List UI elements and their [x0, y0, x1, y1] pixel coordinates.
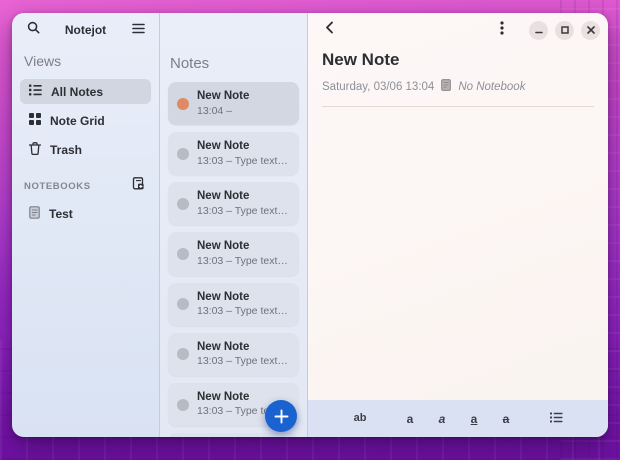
sidebar-headerbar: Notejot: [12, 13, 159, 47]
sidebar: Notejot Views All Notes Note Grid Trash …: [12, 13, 160, 437]
notejot-window: Notejot Views All Notes Note Grid Trash …: [12, 13, 608, 437]
sidebar-item-note-grid[interactable]: Note Grid: [20, 108, 151, 133]
chevron-left-icon: [325, 21, 334, 39]
sidebar-item-label: Note Grid: [50, 113, 105, 128]
close-icon: [586, 21, 595, 39]
minimize-icon: [534, 21, 543, 39]
back-button[interactable]: [318, 19, 340, 41]
note-title: New Note: [197, 290, 250, 303]
normal-text-button[interactable]: ab: [349, 408, 371, 430]
plus-icon: [274, 409, 289, 424]
bullet-list-button[interactable]: [545, 408, 567, 430]
note-list-item[interactable]: New Note 13:03 – Type text here…: [168, 282, 299, 326]
notebook-icon-small: [441, 78, 452, 96]
notes-pane-title: Notes: [170, 55, 210, 72]
note-subtitle: 13:03 – Type text here…: [197, 355, 289, 368]
bold-button[interactable]: a: [399, 408, 421, 430]
note-subtitle: 13:03 – Type text here…: [197, 204, 289, 217]
note-title: New Note: [197, 240, 250, 253]
strikethrough-button[interactable]: a: [495, 408, 517, 430]
notebooks-header-label: NOTEBOOKS: [24, 180, 91, 192]
maximize-icon: [560, 21, 569, 39]
note-color-dot: [177, 197, 189, 210]
add-notebook-button[interactable]: [129, 177, 147, 195]
new-note-button[interactable]: [265, 400, 297, 432]
search-icon: [27, 21, 40, 39]
sidebar-item-all-notes[interactable]: All Notes: [20, 79, 151, 104]
sidebar-item-label: All Notes: [51, 84, 104, 99]
note-color-dot: [177, 348, 189, 361]
note-subtitle: 13:03 – Type text here…: [197, 254, 289, 267]
editor-pane: New Note Saturday, 03/06 13:04 No Notebo…: [308, 13, 608, 437]
sidebar-item-notebook-test[interactable]: Test: [20, 201, 151, 227]
note-list-item[interactable]: New Note 13:03 – Type text here…: [168, 132, 299, 176]
notes-pane: Notes New Note 13:04 – New Note 13:03 – …: [160, 13, 308, 437]
notebooks-section-header: NOTEBOOKS: [12, 165, 159, 199]
note-text-area[interactable]: [308, 107, 608, 400]
note-color-dot: [177, 147, 189, 160]
close-button[interactable]: [581, 20, 600, 40]
note-list-item[interactable]: New Note 13:04 –: [168, 82, 299, 126]
sidebar-item-label: Trash: [50, 143, 83, 157]
note-color-dot: [177, 248, 189, 261]
sidebar-item-label: Test: [49, 207, 73, 221]
minimize-button[interactable]: [529, 20, 548, 40]
kebab-menu-icon: [500, 20, 504, 40]
note-meta-row: Saturday, 03/06 13:04 No Notebook: [308, 72, 608, 106]
grid-view-icon: [29, 113, 41, 128]
note-date: Saturday, 03/06 13:04: [322, 81, 435, 93]
app-title: Notejot: [64, 23, 107, 37]
underline-button[interactable]: a: [463, 408, 485, 430]
note-title: New Note: [197, 340, 250, 353]
note-notebook-label[interactable]: No Notebook: [458, 81, 525, 93]
note-menu-button[interactable]: [492, 19, 512, 41]
note-subtitle: 13:04 –: [197, 104, 233, 117]
views-header: Views: [24, 53, 62, 69]
search-button[interactable]: [22, 19, 44, 41]
note-list-item[interactable]: New Note 13:03 – Type text here…: [168, 232, 299, 276]
add-notebook-icon: [132, 177, 144, 195]
note-title: New Note: [197, 140, 250, 153]
note-subtitle: 13:03 – Type text here…: [197, 154, 289, 167]
note-list-item[interactable]: New Note 13:03 – Type text here…: [168, 332, 299, 376]
formatting-toolbar: ab a a a a: [308, 400, 608, 437]
bullet-list-icon: [549, 412, 563, 425]
note-color-dot: [177, 97, 189, 110]
menu-button[interactable]: [127, 19, 149, 41]
note-title: New Note: [197, 190, 250, 203]
list-view-icon: [29, 84, 42, 99]
notes-list: New Note 13:04 – New Note 13:03 – Type t…: [160, 82, 307, 437]
hamburger-icon: [131, 21, 145, 39]
note-subtitle: 13:03 – Type text here…: [197, 305, 289, 318]
notebook-icon: [29, 206, 40, 222]
trash-icon: [28, 142, 42, 158]
note-title: New Note: [197, 90, 250, 102]
note-color-dot: [177, 398, 189, 411]
italic-button[interactable]: a: [431, 408, 453, 430]
note-list-item[interactable]: New Note 12:35 – Type text here…: [168, 433, 299, 437]
sidebar-item-trash[interactable]: Trash: [20, 137, 151, 163]
editor-headerbar: [308, 13, 608, 47]
note-list-item[interactable]: New Note 13:03 – Type text here…: [168, 182, 299, 226]
note-color-dot: [177, 298, 189, 311]
maximize-button[interactable]: [555, 20, 574, 40]
note-title-heading[interactable]: New Note: [308, 47, 608, 72]
